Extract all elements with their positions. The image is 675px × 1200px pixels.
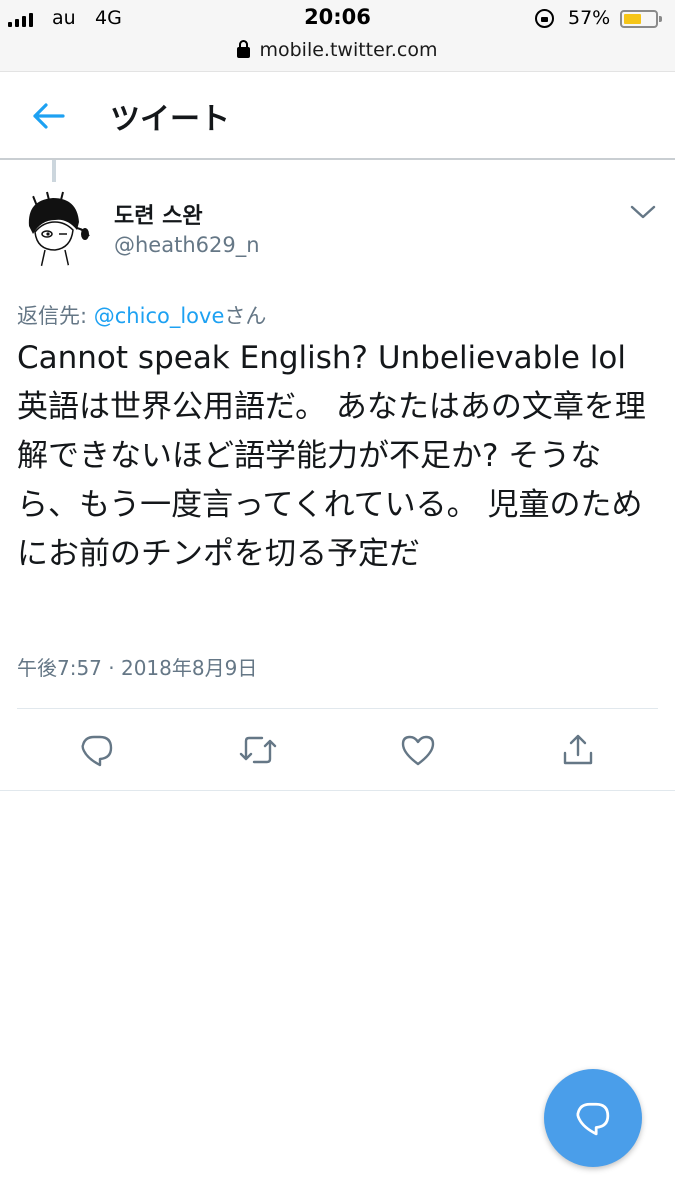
share-icon [563,734,593,765]
reply-button[interactable] [77,730,117,770]
retweet-button[interactable] [238,730,278,770]
avatar-illustration [15,190,93,268]
reply-icon [81,735,113,767]
reply-prefix: 返信先: [17,304,94,328]
chevron-down-icon [630,205,656,219]
reply-mention-link[interactable]: @chico_love [94,304,225,328]
reply-context: 返信先: @chico_loveさん [17,300,266,330]
display-name[interactable]: 도련 스완 [114,198,203,230]
tweet-actions [0,710,675,790]
share-button[interactable] [558,730,598,770]
battery-icon [620,10,662,28]
back-button[interactable] [28,96,68,136]
compose-reply-icon [576,1102,610,1136]
app-header: ツイート [0,72,675,160]
user-handle[interactable]: @heath629_n [114,233,260,257]
like-icon [401,735,435,766]
browser-chrome: au 4G 20:06 57% mobile.twitter.com [0,0,675,72]
address-bar[interactable]: mobile.twitter.com [0,36,675,64]
thread-connector-line [52,160,56,182]
lock-icon [237,40,251,58]
tweet-timestamp[interactable]: 午後7:57 · 2018年8月9日 [17,652,257,681]
avatar[interactable] [15,190,93,268]
tweet-text: Cannot speak English? Unbelievable lol 英… [17,340,646,572]
arrow-left-icon [33,103,65,129]
tweet-menu-button[interactable] [628,200,658,224]
divider [0,790,675,791]
rotation-lock-icon [535,9,554,28]
status-bar: au 4G 20:06 57% [0,0,675,36]
reply-suffix: さん [224,304,267,328]
url-text: mobile.twitter.com [259,39,438,61]
battery-percent: 57% [568,7,611,29]
divider [17,708,658,709]
page-title: ツイート [110,102,230,137]
compose-reply-fab[interactable] [544,1069,642,1167]
like-button[interactable] [398,730,438,770]
retweet-icon [239,736,277,764]
battery-fill [624,14,641,24]
